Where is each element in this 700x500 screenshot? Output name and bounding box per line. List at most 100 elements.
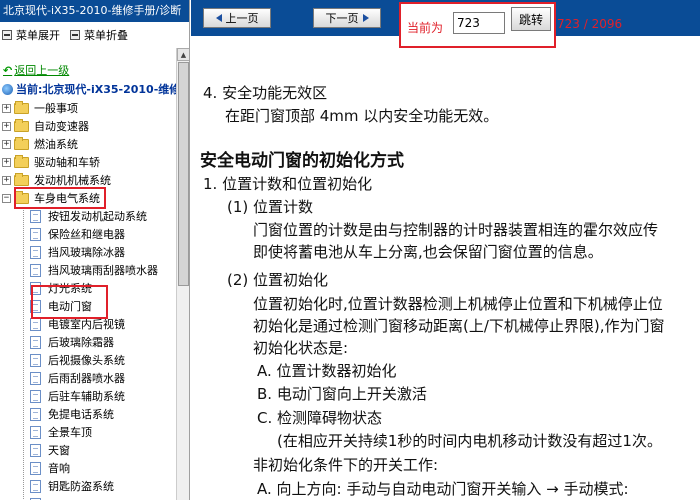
document-icon	[30, 209, 41, 223]
tree-leaf-panoramic-roof[interactable]: 全景车顶	[0, 423, 189, 441]
expand-toggle-icon[interactable]: +	[2, 139, 11, 149]
subsection-item: (1) 位置计数	[227, 198, 314, 216]
tree-leaf-handsfree[interactable]: 免提电话系统	[0, 405, 189, 423]
paragraph: 非初始化条件下的开关工作:	[253, 456, 439, 474]
collapse-menu-button[interactable]: 菜单折叠	[70, 27, 128, 43]
paragraph: 位置初始化时,位置计数器检测上机械停止位置和下机械停止位	[253, 295, 663, 313]
tree-leaf-rear-defogger[interactable]: 后玻璃除霜器	[0, 333, 189, 351]
page-number-input[interactable]	[453, 12, 505, 34]
tree-leaf-fuse-relay[interactable]: 保险丝和继电器	[0, 225, 189, 243]
tree-node-driveshaft-axle[interactable]: + 驱动轴和车轿	[0, 153, 189, 171]
tree-node-label: 自动变速器	[34, 120, 89, 133]
tree-scrollbar[interactable]: ▲	[176, 48, 189, 500]
document-icon	[30, 425, 41, 439]
right-arrow-icon	[362, 14, 369, 22]
document-icon	[30, 461, 41, 475]
tree-node-label: 一般事项	[34, 102, 78, 115]
globe-icon	[2, 83, 13, 95]
scrollbar-thumb[interactable]	[178, 62, 189, 286]
list-item: C. 检测障碍物状态	[257, 409, 383, 427]
back-link-label: 返回上一级	[14, 64, 70, 77]
go-button[interactable]: 跳转	[511, 7, 551, 31]
document-icon	[30, 407, 41, 421]
scroll-up-icon[interactable]: ▲	[177, 48, 189, 61]
tree-leaf-label: 挡风玻璃雨刮器喷水器	[48, 264, 158, 277]
paragraph: 门窗位置的计数是由与控制器的计时器装置相连的霍尔效应传	[253, 221, 659, 239]
list-item: A. 位置计数器初始化	[257, 362, 397, 380]
list-item: B. 电动门窗向上开关激活	[257, 385, 427, 403]
document-icon	[30, 245, 41, 259]
document-pane: 上一页 下一页 723 / 2096 当前为 跳转 4. 安全功能无效区 在距门…	[191, 0, 700, 500]
tree-node-label: 燃油系统	[34, 138, 78, 151]
tree-node-auto-transmission[interactable]: + 自动变速器	[0, 117, 189, 135]
tree-leaf-parking-assist[interactable]: 后驻车辅助系统	[0, 387, 189, 405]
document-icon	[30, 317, 41, 331]
back-link[interactable]: ↶ 返回上一级	[0, 62, 189, 78]
highlight-body-electrical	[14, 187, 106, 209]
back-arrow-icon: ↶	[3, 63, 13, 77]
current-path-label: 当前:北京现代-iX35-2010-维修手	[16, 83, 189, 96]
paragraph: 即使将蓄电池从车上分离,也会保留门窗位置的信息。	[253, 243, 603, 261]
subsection-item: (2) 位置初始化	[227, 271, 329, 289]
tree-leaf-label: 钥匙防盗系统	[48, 480, 114, 493]
expand-label: 菜单展开	[16, 29, 60, 42]
tree-leaf-button-start[interactable]: 按钮发动机起动系统	[0, 207, 189, 225]
left-arrow-icon	[215, 14, 222, 22]
tree-leaf-label: 后玻璃除霜器	[48, 336, 114, 349]
expand-toggle-icon[interactable]: +	[2, 121, 11, 131]
paragraph: 初始化是通过检测门窗移动距离(上/下机械停止界限),作为门窗	[253, 317, 665, 335]
expand-menu-button[interactable]: 菜单展开	[2, 27, 60, 43]
folder-icon	[14, 154, 29, 168]
collapse-toggle-icon[interactable]: −	[2, 193, 11, 203]
tree-leaf-rear-wiper[interactable]: 后雨刮器喷水器	[0, 369, 189, 387]
tree-leaf-label: 全景车顶	[48, 426, 92, 439]
section-heading: 安全电动门窗的初始化方式	[200, 151, 404, 171]
navigation-pane: 北京现代-iX35-2010-维修手册/诊断 菜单展开 菜单折叠 ↶ 返回上一级…	[0, 0, 190, 500]
document-icon	[30, 443, 41, 457]
tree-leaf-rear-camera[interactable]: 后视摄像头系统	[0, 351, 189, 369]
expand-toggle-icon[interactable]: +	[2, 157, 11, 167]
tree-leaf-label: 后视摄像头系统	[48, 354, 125, 367]
tree-leaf-audio[interactable]: 音响	[0, 459, 189, 477]
folder-icon	[14, 100, 29, 114]
document-icon	[30, 335, 41, 349]
tree-leaf-label: 后驻车辅助系统	[48, 390, 125, 403]
tree-leaf-label: 挡风玻璃除冰器	[48, 246, 125, 259]
prev-page-button[interactable]: 上一页	[203, 8, 271, 28]
document-icon	[30, 227, 41, 241]
next-page-label: 下一页	[325, 12, 359, 25]
current-path: 当前:北京现代-iX35-2010-维修手	[0, 81, 189, 97]
prev-page-label: 上一页	[225, 12, 259, 25]
tree-leaf-sunroof[interactable]: 天窗	[0, 441, 189, 459]
body-electrical-children: 按钮发动机起动系统 保险丝和继电器 挡风玻璃除冰器 挡风玻璃雨刮器喷水器 灯光系…	[0, 207, 189, 500]
document-icon	[30, 389, 41, 403]
tree-leaf-immobilizer[interactable]: 钥匙防盗系统	[0, 477, 189, 495]
page-jump-label: 当前为	[407, 21, 444, 35]
folder-icon	[14, 118, 29, 132]
highlight-power-window	[31, 285, 108, 319]
tree-node-general[interactable]: + 一般事项	[0, 99, 189, 117]
tree-node-label: 驱动轴和车轿	[34, 156, 100, 169]
tree-leaf-more[interactable]	[0, 495, 189, 500]
paragraph: 初始化状态是:	[253, 339, 349, 357]
expand-toggle-icon[interactable]: +	[2, 103, 11, 113]
tree-leaf-windshield-wiper[interactable]: 挡风玻璃雨刮器喷水器	[0, 261, 189, 279]
menu-toolbar: 菜单展开 菜单折叠	[0, 22, 189, 48]
expand-toggle-icon[interactable]: +	[2, 175, 11, 185]
paragraph: 在距门窗顶部 4mm 以内安全功能无效。	[225, 107, 499, 125]
tree-leaf-label: 保险丝和继电器	[48, 228, 125, 241]
tree-leaf-label: 音响	[48, 462, 70, 475]
tree-leaf-label: 天窗	[48, 444, 70, 457]
collapse-icon	[70, 30, 80, 40]
document-icon	[30, 371, 41, 385]
document-icon	[30, 479, 41, 493]
paragraph: (在相应开关持续1秒的时间内电机移动计数没有超过1次。	[277, 432, 662, 450]
next-page-button[interactable]: 下一页	[313, 8, 381, 28]
document-icon	[30, 263, 41, 277]
tree-node-fuel-system[interactable]: + 燃油系统	[0, 135, 189, 153]
tree-node-label: 发动机机械系统	[34, 174, 111, 187]
tree-leaf-windshield-deicer[interactable]: 挡风玻璃除冰器	[0, 243, 189, 261]
page-counter: 723 / 2096	[557, 17, 623, 31]
page-jump-box: 当前为 跳转	[399, 2, 556, 48]
document-icon	[30, 353, 41, 367]
